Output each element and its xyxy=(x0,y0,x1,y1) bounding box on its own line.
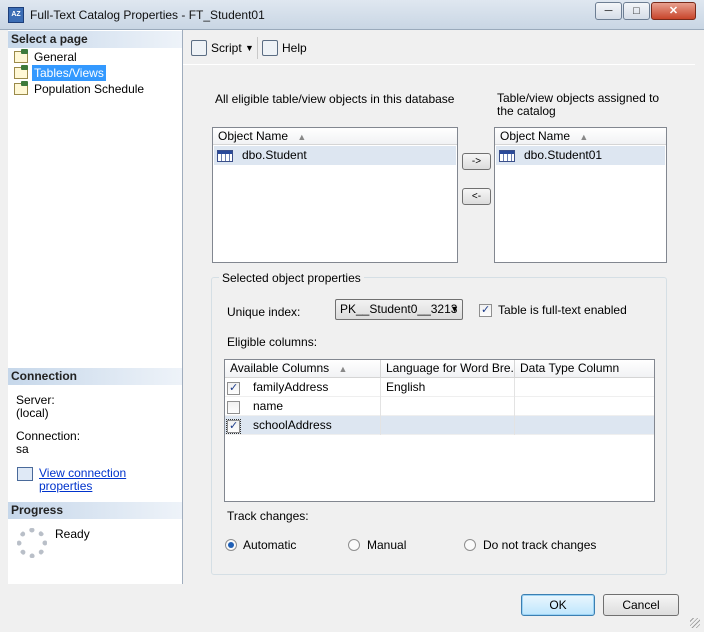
selected-object-properties-title: Selected object properties xyxy=(219,271,364,285)
sort-icon: ▲ xyxy=(297,132,307,142)
help-label: Help xyxy=(282,41,307,55)
list-item-label: dbo.Student01 xyxy=(524,148,603,162)
help-button[interactable]: Help xyxy=(262,39,307,57)
track-manual-radio[interactable] xyxy=(348,539,360,551)
progress-header: Progress xyxy=(8,502,182,519)
page-item-label: General xyxy=(34,50,77,64)
page-item-tables-views[interactable]: Tables/Views xyxy=(12,65,106,81)
column-datatype[interactable] xyxy=(520,416,650,435)
cell-separator xyxy=(380,378,381,397)
table-row[interactable]: name xyxy=(225,397,654,416)
column-name: familyAddress xyxy=(253,380,329,394)
eligible-objects-list[interactable]: Object Name ▲ dbo.Student xyxy=(212,127,458,263)
list-item[interactable]: dbo.Student xyxy=(214,146,456,165)
table-row[interactable]: schoolAddress xyxy=(225,416,654,435)
cell-separator xyxy=(514,378,515,397)
column-datatype[interactable] xyxy=(520,397,650,416)
object-name-header: Object Name xyxy=(500,129,571,143)
assigned-list-header[interactable]: Object Name ▲ xyxy=(495,128,666,145)
unique-index-value: PK__Student0__3213 xyxy=(340,302,458,316)
server-value: (local) xyxy=(16,406,49,420)
language-header[interactable]: Language for Word Bre... xyxy=(381,360,515,378)
window-title: Full-Text Catalog Properties - FT_Studen… xyxy=(30,8,265,22)
track-automatic-label[interactable]: Automatic xyxy=(243,538,296,552)
app-icon: AZ xyxy=(8,7,24,23)
page-icon xyxy=(14,65,28,79)
assigned-objects-list[interactable]: Object Name ▲ dbo.Student01 xyxy=(494,127,667,263)
maximize-button[interactable]: □ xyxy=(623,2,650,20)
assigned-objects-label: Table/view objects assigned to the catal… xyxy=(497,91,660,118)
close-button[interactable]: ✕ xyxy=(651,2,696,20)
list-item[interactable]: dbo.Student01 xyxy=(496,146,665,165)
connection-value: sa xyxy=(16,442,29,456)
select-page-header: Select a page xyxy=(8,31,182,48)
column-language[interactable] xyxy=(386,397,512,416)
cell-separator xyxy=(514,416,515,435)
data-type-column-header[interactable]: Data Type Column xyxy=(515,360,654,378)
fulltext-enabled-label: Table is full-text enabled xyxy=(498,303,627,317)
script-icon xyxy=(191,40,207,56)
script-button[interactable]: Script xyxy=(191,39,242,57)
remove-from-catalog-button[interactable]: <- xyxy=(462,188,491,205)
track-changes-label: Track changes: xyxy=(227,509,309,523)
column-datatype[interactable] xyxy=(520,378,650,397)
row-checkbox[interactable] xyxy=(226,419,241,434)
toolbar xyxy=(183,31,695,65)
eligible-columns-grid[interactable]: Available Columns ▲ Language for Word Br… xyxy=(224,359,655,502)
row-checkbox[interactable] xyxy=(227,401,240,414)
connection-properties-icon xyxy=(17,467,33,481)
script-label: Script xyxy=(211,41,242,55)
cell-separator xyxy=(514,397,515,416)
unique-index-select[interactable]: PK__Student0__3213 ▼ xyxy=(335,299,463,320)
sort-icon: ▲ xyxy=(338,364,348,374)
page-item-population-schedule[interactable]: Population Schedule xyxy=(12,81,146,97)
sort-icon: ▲ xyxy=(579,132,589,142)
table-icon xyxy=(217,150,233,162)
eligible-list-header[interactable]: Object Name ▲ xyxy=(213,128,457,145)
cell-separator xyxy=(380,397,381,416)
column-language[interactable]: English xyxy=(386,378,512,397)
available-columns-header[interactable]: Available Columns ▲ xyxy=(225,360,381,378)
track-none-radio[interactable] xyxy=(464,539,476,551)
left-pane: Select a page General Tables/Views Popul… xyxy=(8,30,183,584)
column-name: name xyxy=(253,399,284,413)
dialog-footer xyxy=(0,584,704,632)
eligible-columns-label: Eligible columns: xyxy=(227,335,318,349)
track-none-label[interactable]: Do not track changes xyxy=(483,538,596,552)
track-automatic-radio[interactable] xyxy=(225,539,237,551)
page-icon xyxy=(14,49,28,63)
page-item-label: Population Schedule xyxy=(34,82,145,96)
available-columns-header-label: Available Columns xyxy=(230,361,330,375)
list-item-label: dbo.Student xyxy=(242,148,307,162)
cell-separator xyxy=(380,416,381,435)
toolbar-separator xyxy=(257,37,258,59)
table-row[interactable]: familyAddress English xyxy=(225,378,654,397)
page-icon xyxy=(14,81,28,95)
fulltext-enabled-checkbox[interactable] xyxy=(479,303,492,317)
view-connection-properties-link[interactable]: View connection properties xyxy=(39,467,182,493)
add-to-catalog-button[interactable]: -> xyxy=(462,153,491,170)
help-icon xyxy=(262,40,278,56)
ok-button[interactable]: OK xyxy=(521,594,595,616)
page-item-general[interactable]: General xyxy=(12,49,79,65)
object-name-header: Object Name xyxy=(218,129,289,143)
track-manual-label[interactable]: Manual xyxy=(367,538,406,552)
cancel-button[interactable]: Cancel xyxy=(603,594,679,616)
minimize-button[interactable]: ─ xyxy=(595,2,622,20)
progress-spinner-icon xyxy=(17,528,47,558)
script-dropdown-arrow-icon[interactable]: ▼ xyxy=(245,40,254,56)
connection-header: Connection xyxy=(8,368,182,385)
resize-grip-icon[interactable] xyxy=(690,618,700,628)
page-item-label: Tables/Views xyxy=(32,65,106,81)
column-name: schoolAddress xyxy=(253,418,332,432)
progress-status: Ready xyxy=(55,527,90,541)
eligible-objects-label: All eligible table/view objects in this … xyxy=(215,92,455,106)
column-language[interactable] xyxy=(386,416,512,435)
row-checkbox[interactable] xyxy=(227,381,240,395)
table-icon xyxy=(499,150,515,162)
unique-index-label: Unique index: xyxy=(227,305,301,319)
chevron-down-icon: ▼ xyxy=(450,304,459,314)
